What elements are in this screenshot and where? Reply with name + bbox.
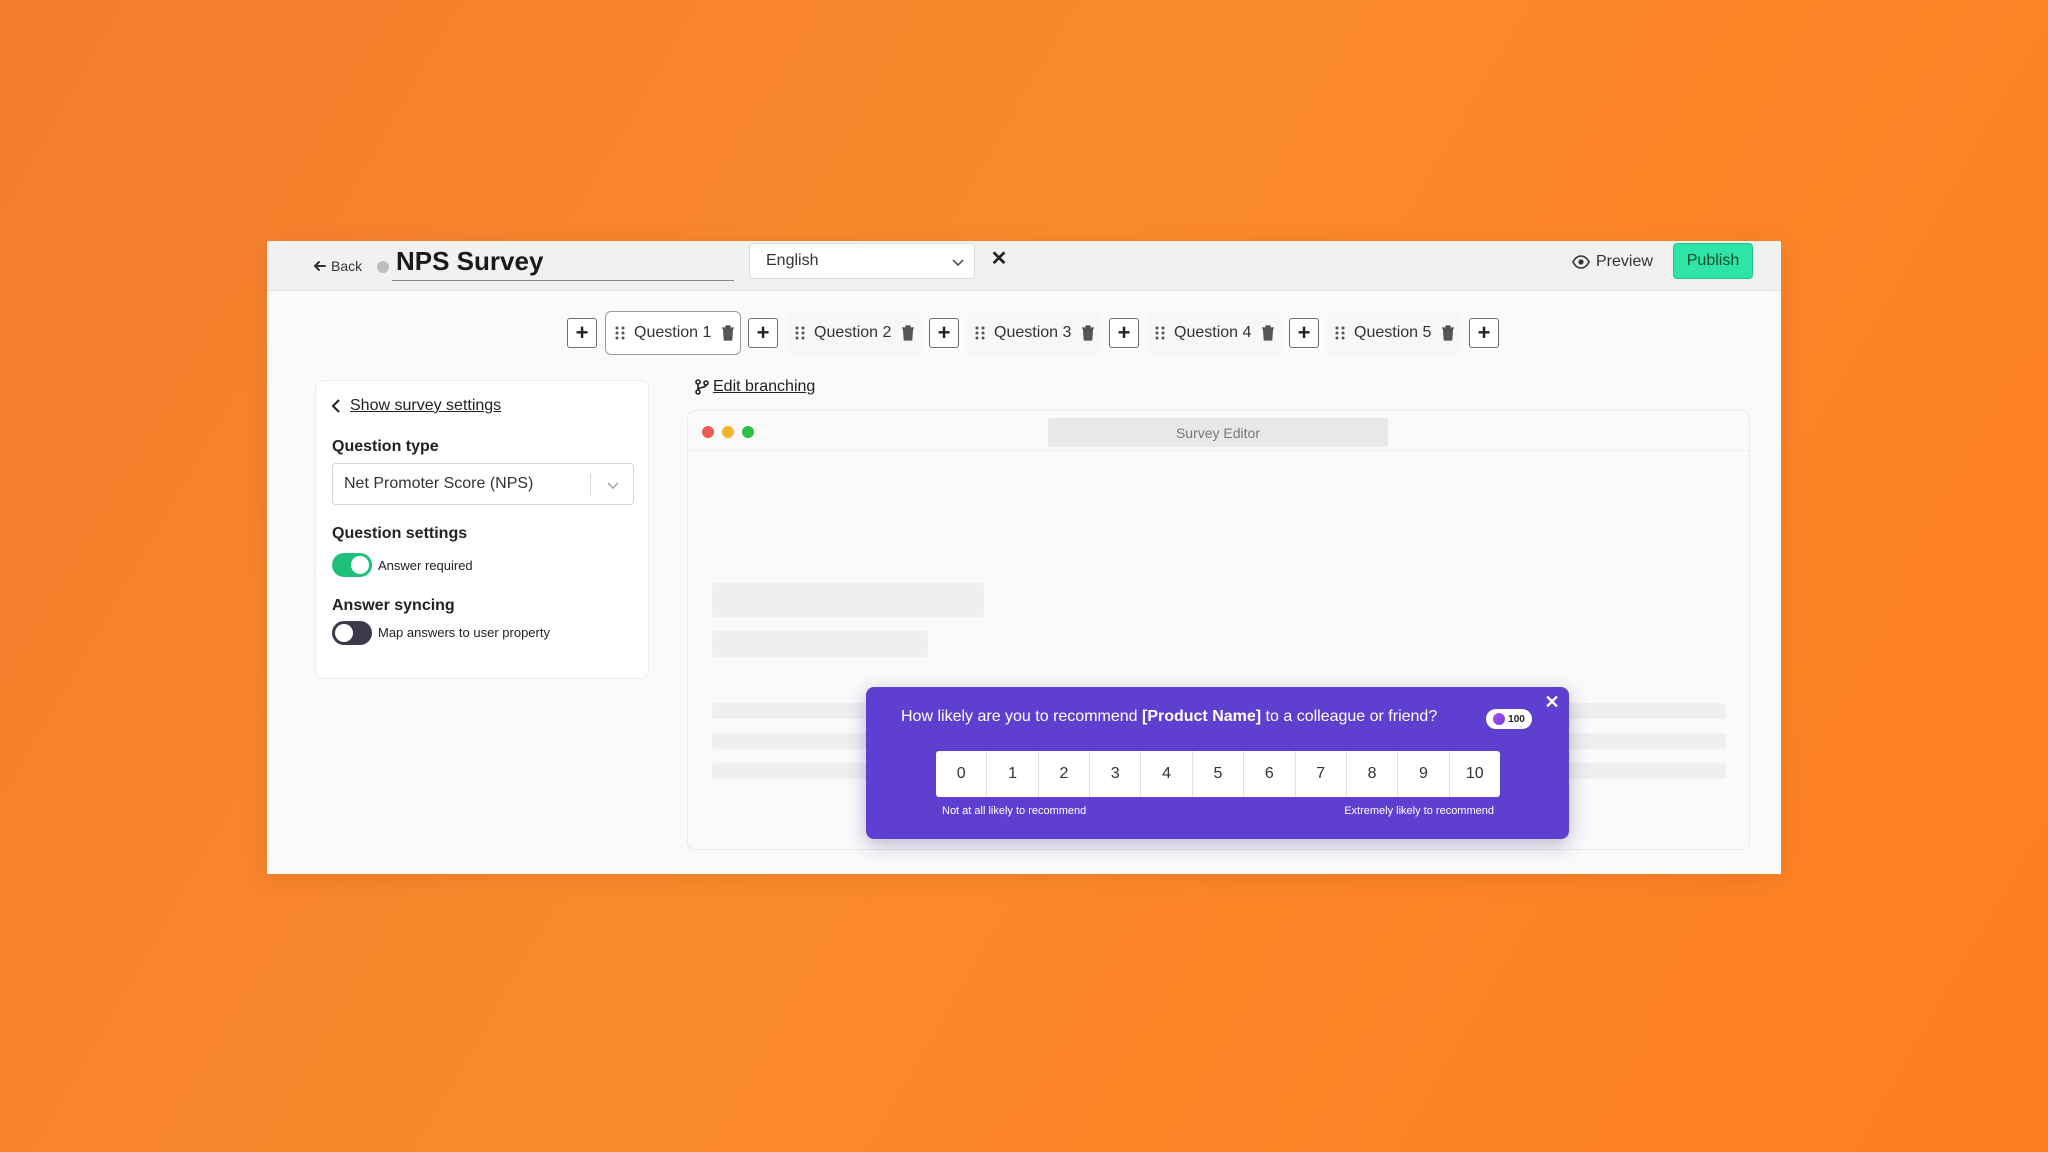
drag-handle-icon[interactable] [1334,325,1346,341]
status-indicator [377,261,389,273]
question-settings-panel: Show survey settings Question type Net P… [315,380,649,679]
preview-button[interactable]: Preview [1572,250,1653,274]
product-name: [Product Name] [1141,708,1262,725]
question-type-select[interactable]: Net Promoter Score (NPS) [332,463,634,505]
edit-branching-label: Edit branching [713,378,816,395]
publish-button[interactable]: Publish [1673,243,1753,279]
scale-high-label: Extremely likely to recommend [1344,805,1494,817]
show-survey-settings-link[interactable]: Show survey settings [330,397,501,415]
chevron-down-icon [952,259,964,267]
map-answers-toggle[interactable] [332,621,372,645]
nps-option-0[interactable]: 0 [936,751,988,797]
header-bar: Back NPS Survey English ✕ Preview Publis… [267,241,1781,291]
chevron-left-icon [331,399,340,413]
edit-branching-link[interactable]: Edit branching [695,378,815,396]
trash-icon[interactable] [901,325,915,341]
map-answers-label: Map answers to user property [378,625,550,640]
close-icon[interactable]: ✕ [989,249,1009,269]
answer-required-label: Answer required [378,558,473,573]
trash-icon[interactable] [1441,325,1455,341]
answer-syncing-label: Answer syncing [332,597,455,614]
trash-icon[interactable] [1081,325,1095,341]
eye-icon [1572,255,1590,269]
select-divider [590,474,591,496]
window-close-dot [702,426,714,438]
add-question-button[interactable]: + [929,318,959,348]
nps-option-5[interactable]: 5 [1193,751,1245,797]
tab-label: Question 2 [814,324,892,341]
nps-survey-widget: How likely are you to recommend [Product… [866,687,1569,839]
close-icon[interactable]: ✕ [1544,693,1560,711]
survey-title-field[interactable]: NPS Survey [392,241,734,281]
nps-option-7[interactable]: 7 [1296,751,1347,797]
url-bar: Survey Editor [1048,418,1388,447]
answer-required-toggle[interactable] [332,553,372,577]
back-label: Back [331,258,363,274]
question-type-value: Net Promoter Score (NPS) [344,475,534,492]
tab-label: Question 4 [1174,324,1252,341]
preview-label: Preview [1596,253,1653,270]
question-prefix: How likely are you to recommend [901,708,1142,725]
browser-bar: Survey Editor [688,411,1749,451]
toggle-knob [351,556,369,574]
language-value: English [766,252,819,269]
language-select[interactable]: English [749,243,975,279]
drag-handle-icon[interactable] [1154,325,1166,341]
nps-option-10[interactable]: 10 [1450,751,1500,797]
tab-question-1[interactable]: Question 1 [605,311,741,355]
tab-label: Question 5 [1354,324,1432,341]
tab-question-3[interactable]: Question 3 [966,311,1102,355]
trash-icon[interactable] [1261,325,1275,341]
add-question-button[interactable]: + [1109,318,1139,348]
tab-question-5[interactable]: Question 5 [1326,311,1462,355]
tab-label: Question 1 [634,324,712,341]
add-question-button[interactable]: + [1289,318,1319,348]
add-question-button[interactable]: + [567,318,597,348]
nps-option-4[interactable]: 4 [1141,751,1193,797]
chevron-down-icon [607,482,619,490]
tab-question-4[interactable]: Question 4 [1146,311,1282,355]
nps-option-8[interactable]: 8 [1347,751,1399,797]
arrow-left-icon [314,261,326,271]
badge-value: 100 [1508,713,1525,725]
tab-question-2[interactable]: Question 2 [786,311,922,355]
window-minimize-dot [722,426,734,438]
badge-icon [1493,713,1506,725]
settings-link-label: Show survey settings [350,397,502,414]
page-title: NPS Survey [396,246,544,276]
trash-icon[interactable] [721,325,735,341]
question-type-label: Question type [332,438,439,455]
nps-option-2[interactable]: 2 [1039,751,1091,797]
nps-option-3[interactable]: 3 [1090,751,1142,797]
drag-handle-icon[interactable] [614,325,626,341]
tab-label: Question 3 [994,324,1072,341]
skeleton-placeholder [712,631,928,657]
nps-question-text: How likely are you to recommend [Product… [901,708,1437,726]
points-badge: 100 [1486,709,1532,729]
add-question-button[interactable]: + [1469,318,1499,348]
scale-low-label: Not at all likely to recommend [942,805,1087,817]
nps-scale: 0 1 2 3 4 5 6 7 8 9 10 [936,751,1500,797]
question-suffix: to a colleague or friend? [1261,708,1438,725]
nps-option-6[interactable]: 6 [1244,751,1296,797]
branch-icon [695,379,709,395]
skeleton-placeholder [712,583,984,617]
nps-option-9[interactable]: 9 [1398,751,1450,797]
window-maximize-dot [742,426,754,438]
nps-option-1[interactable]: 1 [987,751,1039,797]
drag-handle-icon[interactable] [794,325,806,341]
question-settings-label: Question settings [332,525,468,542]
drag-handle-icon[interactable] [974,325,986,341]
back-button[interactable]: Back [313,252,362,280]
toggle-knob [335,624,353,642]
add-question-button[interactable]: + [748,318,778,348]
question-tabs: + Question 1 + Question 2 + Question 3 +… [267,311,1781,355]
